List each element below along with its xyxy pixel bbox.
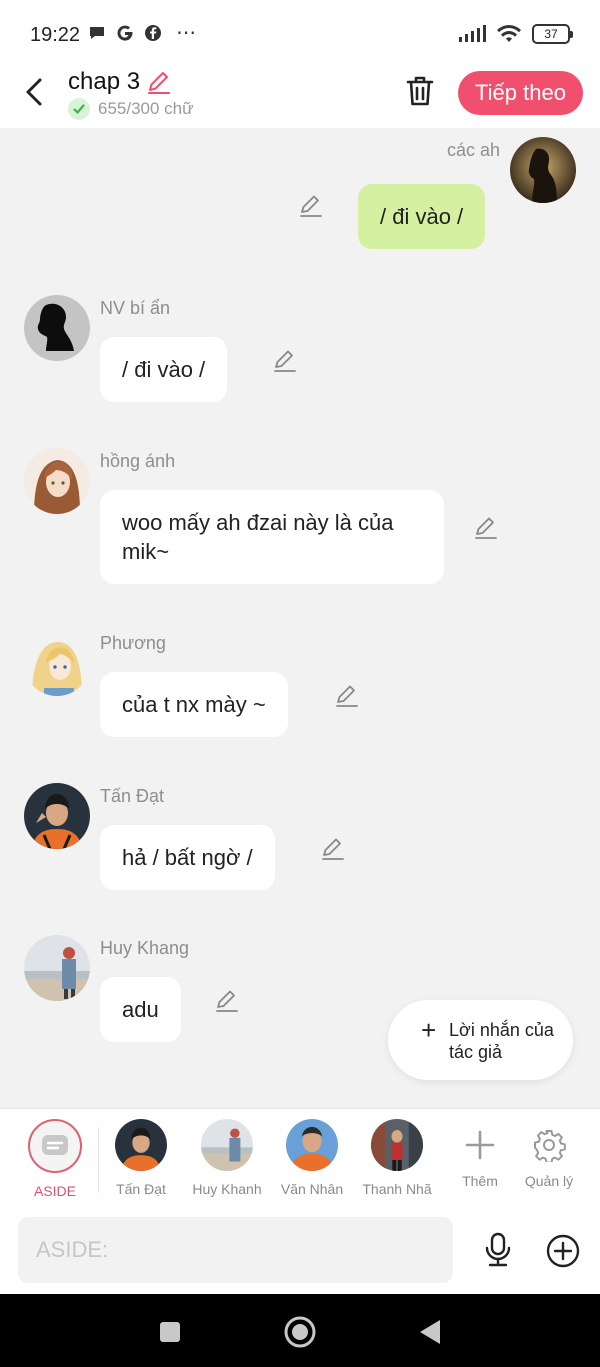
avatar[interactable] — [24, 448, 90, 514]
voice-button[interactable] — [482, 1232, 514, 1268]
sender-name: Huy Khang — [100, 938, 190, 958]
wifi-icon — [497, 25, 521, 42]
sender-name: Tấn Đạt — [100, 786, 165, 806]
chapter-header: chap 3 655/300 chữ Tiếp theo — [0, 60, 600, 128]
avatar[interactable] — [510, 137, 576, 203]
character-item[interactable]: Thanh Nhã — [354, 1119, 440, 1197]
character-label: Văn Nhân — [280, 1181, 344, 1197]
edit-message-icon[interactable] — [473, 514, 499, 540]
sender-name: Phương — [100, 633, 166, 653]
character-bar: ASIDE Tấn Đạt Huy Khanh Văn Nhân Thanh N… — [0, 1108, 600, 1206]
delete-button[interactable] — [404, 74, 436, 108]
next-button[interactable]: Tiếp theo — [458, 71, 583, 115]
message-bubble[interactable]: của t nx mày ~ — [100, 672, 288, 737]
message-bubble[interactable]: hả / bất ngờ / — [100, 825, 275, 890]
message-bubble[interactable]: / đi vào / — [358, 184, 486, 249]
add-button[interactable] — [546, 1234, 580, 1268]
facebook-icon — [145, 25, 161, 41]
more-icon: ⋯ — [176, 22, 196, 44]
sender-name: NV bí ẩn — [100, 298, 171, 318]
character-label: Quản lý — [524, 1173, 574, 1189]
message-bubble[interactable]: adu — [100, 977, 181, 1042]
aside-avatar — [28, 1119, 82, 1173]
chat-notification-icon — [90, 27, 104, 39]
character-item[interactable]: Huy Khanh — [184, 1119, 270, 1197]
edit-title-icon[interactable] — [146, 69, 172, 95]
plus-icon — [454, 1119, 506, 1171]
chat-area: các ah / đi vào / NV bí ẩn / đi vào / hồ… — [0, 128, 600, 1108]
edit-message-icon[interactable] — [320, 835, 346, 861]
aside-icon — [42, 1135, 68, 1155]
battery-icon: 37 — [532, 24, 573, 44]
status-bar: 19:22 ⋯ 37 — [0, 0, 600, 60]
back-nav-button[interactable] — [412, 1314, 448, 1350]
status-time: 19:22 — [30, 24, 81, 46]
plus-icon: + — [421, 1015, 437, 1045]
back-arrow-icon — [26, 78, 42, 106]
square-icon — [160, 1322, 180, 1342]
message-input[interactable] — [18, 1217, 453, 1283]
edit-message-icon[interactable] — [298, 192, 324, 218]
character-label: Thanh Nhã — [362, 1181, 432, 1197]
word-count: 655/300 chữ — [98, 99, 194, 118]
edit-message-icon[interactable] — [272, 347, 298, 373]
avatar[interactable] — [24, 630, 90, 696]
back-button[interactable] — [20, 74, 50, 110]
avatar[interactable] — [24, 935, 90, 1001]
character-item[interactable]: Văn Nhân — [269, 1119, 355, 1197]
character-label: ASIDE — [33, 1183, 76, 1199]
circle-icon — [284, 1316, 316, 1348]
message-bubble[interactable]: woo mấy ah đzai này là của mik~ — [100, 490, 444, 584]
character-label: Huy Khanh — [192, 1181, 262, 1197]
character-avatar — [371, 1119, 423, 1171]
triangle-back-icon — [420, 1320, 440, 1344]
edit-message-icon[interactable] — [334, 682, 360, 708]
author-note-button[interactable]: + Lời nhắn của tác giả — [388, 1000, 573, 1080]
author-note-label: Lời nhắn của tác giả — [449, 1020, 554, 1062]
trash-icon — [406, 76, 434, 106]
input-bar — [0, 1206, 600, 1294]
avatar[interactable] — [24, 295, 90, 361]
plus-circle-icon — [546, 1234, 580, 1268]
gear-icon — [523, 1119, 575, 1171]
character-avatar — [115, 1119, 167, 1171]
manage-button[interactable]: Quản lý — [506, 1119, 592, 1189]
character-aside[interactable]: ASIDE — [12, 1119, 98, 1199]
sender-name: hồng ánh — [100, 451, 176, 471]
recents-button[interactable] — [152, 1314, 188, 1350]
character-label: Tấn Đạt — [116, 1181, 166, 1197]
notification-icons: ⋯ — [88, 22, 196, 44]
avatar[interactable] — [24, 783, 90, 849]
message-bubble[interactable]: / đi vào / — [100, 337, 228, 402]
character-item[interactable]: Tấn Đạt — [98, 1119, 184, 1197]
chapter-title: chap 3 — [68, 68, 141, 95]
edit-message-icon[interactable] — [214, 987, 240, 1013]
microphone-icon — [485, 1232, 511, 1267]
home-button[interactable] — [282, 1314, 318, 1350]
navigation-bar — [0, 1294, 600, 1367]
signal-icon — [459, 25, 486, 42]
system-icons: 37 — [458, 24, 573, 44]
google-icon — [117, 25, 133, 41]
character-avatar — [286, 1119, 338, 1171]
check-icon — [68, 98, 90, 120]
character-avatar — [201, 1119, 253, 1171]
sender-name: các ah — [446, 140, 500, 160]
